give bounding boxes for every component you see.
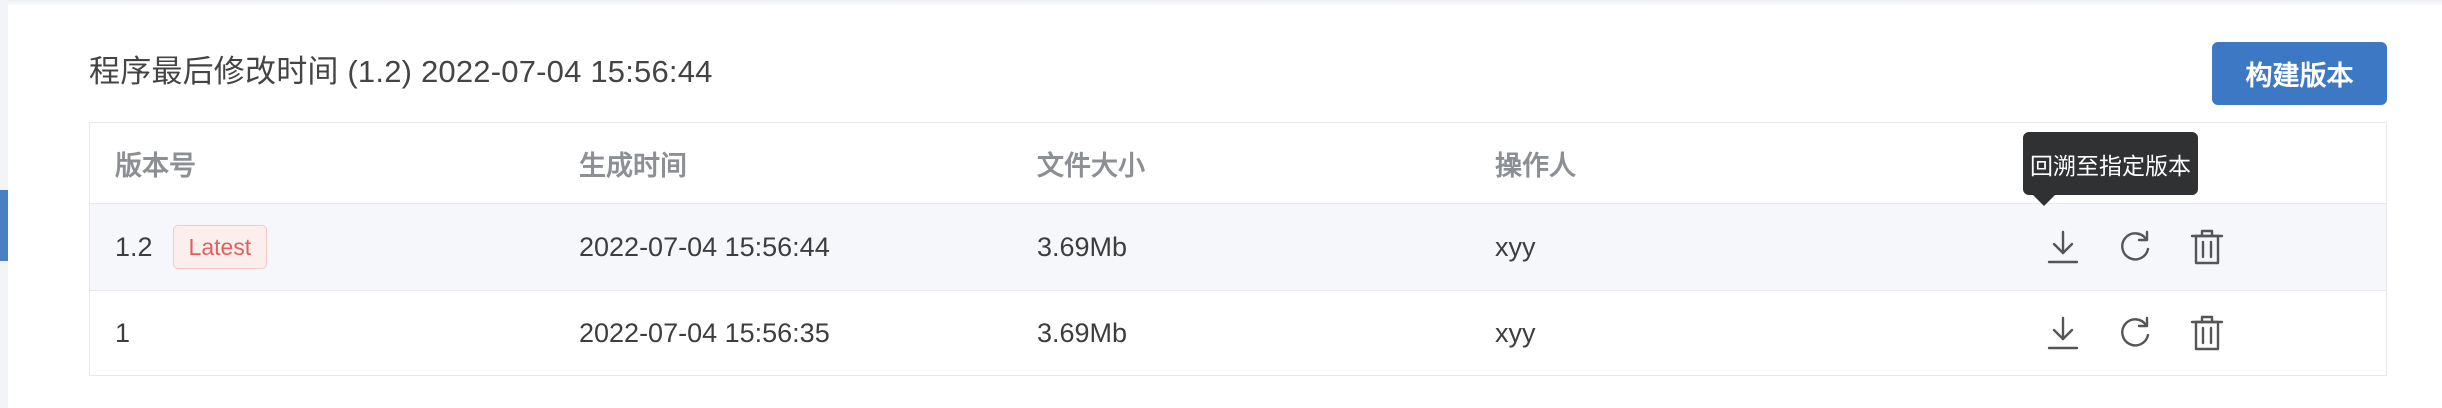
time-cell: 2022-07-04 15:56:44	[579, 231, 830, 262]
top-shadow	[0, 0, 2442, 6]
page-title: 程序最后修改时间 (1.2) 2022-07-04 15:56:44	[89, 54, 713, 89]
download-icon[interactable]	[2045, 313, 2081, 353]
size-cell: 3.69Mb	[1037, 231, 1128, 262]
latest-badge: Latest	[172, 225, 268, 269]
column-header-operator: 操作人	[1495, 150, 1576, 181]
restore-icon[interactable]	[2117, 313, 2153, 353]
version-cell: 1	[115, 291, 130, 375]
build-version-button[interactable]: 构建版本	[2212, 42, 2387, 105]
actions-cell	[1953, 204, 2225, 290]
version-number: 1.2	[115, 231, 153, 262]
version-cell: 1.2 Latest	[115, 204, 268, 290]
version-panel: 程序最后修改时间 (1.2) 2022-07-04 15:56:44 构建版本 …	[0, 0, 2442, 408]
column-header-time: 生成时间	[579, 150, 687, 181]
time-cell: 2022-07-04 15:56:35	[579, 317, 830, 348]
trash-icon[interactable]	[2189, 227, 2225, 267]
column-header-version: 版本号	[115, 150, 196, 181]
sidebar-active-indicator	[0, 190, 8, 261]
operator-cell: xyy	[1495, 317, 1536, 348]
version-number: 1	[115, 317, 131, 348]
operator-cell: xyy	[1495, 231, 1536, 262]
tooltip-arrow	[2033, 195, 2055, 206]
trash-icon[interactable]	[2189, 313, 2225, 353]
restore-tooltip: 回溯至指定版本	[2023, 132, 2198, 195]
restore-icon[interactable]	[2117, 227, 2153, 267]
actions-cell	[1953, 291, 2225, 375]
download-icon[interactable]	[2045, 227, 2081, 267]
table-row: 1.2 Latest 2022-07-04 15:56:44 3.69Mb xy…	[90, 204, 2386, 291]
column-header-size: 文件大小	[1037, 150, 1145, 181]
table-row: 1 2022-07-04 15:56:35 3.69Mb xyy	[90, 291, 2386, 375]
size-cell: 3.69Mb	[1037, 317, 1128, 348]
